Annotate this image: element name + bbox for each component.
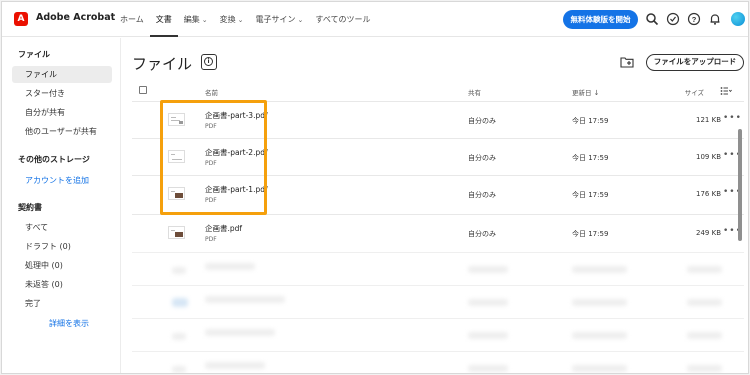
nav-home[interactable]: ホーム [114, 2, 150, 37]
chevron-down-icon: ⌄ [297, 16, 304, 24]
start-trial-button[interactable]: 無料体験版を開始 [563, 10, 638, 29]
highlight-box [160, 100, 267, 215]
sidebar-item-waiting[interactable]: 未返答 (0) [12, 276, 112, 293]
file-modified: 今日 17:59 [572, 230, 609, 238]
column-name[interactable]: 名前 [205, 87, 218, 97]
info-button[interactable]: i [201, 54, 217, 70]
blurred-row [132, 252, 744, 285]
help-icon[interactable]: ? [687, 12, 701, 26]
top-bar: A Adobe Acrobat ホーム 文書 編集 ⌄ 変換 ⌄ 電子サイン ⌄ すべ… [2, 2, 748, 37]
add-account-link[interactable]: アカウントを追加 [25, 175, 89, 186]
file-size: 121 KB [696, 116, 721, 124]
file-shared: 自分のみ [468, 230, 496, 238]
info-icon: i [204, 57, 213, 66]
page-title: ファイル [132, 55, 193, 73]
select-all-checkbox[interactable] [139, 86, 147, 94]
nav-edit-label: 編集 [183, 15, 200, 24]
sidebar: ファイル ファイル スター付き 自分が共有 他のユーザーが共有 その他のストレー… [2, 38, 121, 373]
sort-arrow-down-icon: ↓ [593, 89, 600, 97]
file-modified: 今日 17:59 [572, 117, 609, 125]
column-modified-label: 更新日 [572, 89, 592, 97]
nav-convert-label: 変換 [219, 15, 236, 24]
chevron-down-icon: ⌄ [201, 16, 208, 24]
app-name[interactable]: Adobe Acrobat [36, 12, 115, 23]
acrobat-logo-icon[interactable]: A [14, 12, 28, 26]
nav-home-label: ホーム [120, 15, 144, 24]
sidebar-item-in-progress[interactable]: 処理中 (0) [12, 257, 112, 274]
sidebar-heading-files: ファイル [18, 50, 50, 59]
sidebar-heading-agreements: 契約書 [18, 203, 42, 212]
sidebar-item-starred[interactable]: スター付き [12, 85, 112, 102]
nav-all-tools-label: すべてのツール [315, 15, 371, 24]
file-type: PDF [205, 236, 217, 243]
more-options-icon[interactable]: ••• [723, 113, 742, 123]
sidebar-item-shared-by-me[interactable]: 自分が共有 [12, 104, 112, 121]
scrollbar[interactable] [738, 129, 742, 241]
nav-esign[interactable]: 電子サイン ⌄ [250, 2, 310, 37]
upload-file-button[interactable]: ファイルをアップロード [646, 54, 744, 71]
show-details-link[interactable]: 詳細を表示 [49, 318, 89, 329]
nav-esign-label: 電子サイン [255, 15, 296, 24]
app-window: A Adobe Acrobat ホーム 文書 編集 ⌄ 変換 ⌄ 電子サイン ⌄ すべ… [1, 1, 749, 374]
nav-all-tools[interactable]: すべてのツール [309, 2, 376, 37]
sidebar-item-draft[interactable]: ドラフト (0) [12, 238, 112, 255]
nav-convert[interactable]: 変換 ⌄ [214, 2, 250, 37]
file-size: 109 KB [696, 153, 721, 161]
column-size[interactable]: サイズ [684, 87, 704, 97]
nav-documents[interactable]: 文書 [149, 2, 178, 37]
file-modified: 今日 17:59 [572, 154, 609, 162]
new-folder-icon[interactable] [620, 56, 634, 68]
top-nav: ホーム 文書 編集 ⌄ 変換 ⌄ 電子サイン ⌄ すべてのツール [114, 2, 377, 37]
pdf-thumbnail-icon [168, 226, 185, 239]
sidebar-item-all[interactable]: すべて [12, 219, 112, 236]
file-shared: 自分のみ [468, 117, 496, 125]
file-modified: 今日 17:59 [572, 191, 609, 199]
svg-text:?: ? [692, 15, 697, 24]
bell-icon[interactable] [708, 12, 722, 26]
file-size: 176 KB [696, 190, 721, 198]
user-avatar[interactable] [731, 12, 745, 26]
file-shared: 自分のみ [468, 191, 496, 199]
column-modified[interactable]: 更新日 ↓ [572, 87, 599, 97]
table-row[interactable]: 企画書.pdf PDF 自分のみ 今日 17:59 249 KB ••• [132, 214, 744, 251]
list-view-icon[interactable] [720, 86, 732, 96]
blurred-row [132, 318, 744, 351]
check-circle-icon[interactable] [666, 12, 680, 26]
chevron-down-icon: ⌄ [237, 16, 244, 24]
blurred-row [132, 351, 744, 373]
file-shared: 自分のみ [468, 154, 496, 162]
file-name[interactable]: 企画書.pdf [205, 223, 242, 234]
nav-documents-label: 文書 [155, 15, 172, 24]
column-shared[interactable]: 共有 [468, 87, 481, 97]
file-size: 249 KB [696, 229, 721, 237]
search-icon[interactable] [645, 12, 659, 26]
sidebar-item-completed[interactable]: 完了 [12, 295, 112, 312]
blurred-row [132, 285, 744, 318]
sidebar-heading-storage: その他のストレージ [18, 155, 90, 164]
sidebar-item-shared-by-others[interactable]: 他のユーザーが共有 [12, 123, 112, 140]
sidebar-item-files[interactable]: ファイル [12, 66, 112, 83]
table-header: 名前 共有 更新日 ↓ サイズ [132, 83, 744, 101]
nav-edit[interactable]: 編集 ⌄ [178, 2, 214, 37]
